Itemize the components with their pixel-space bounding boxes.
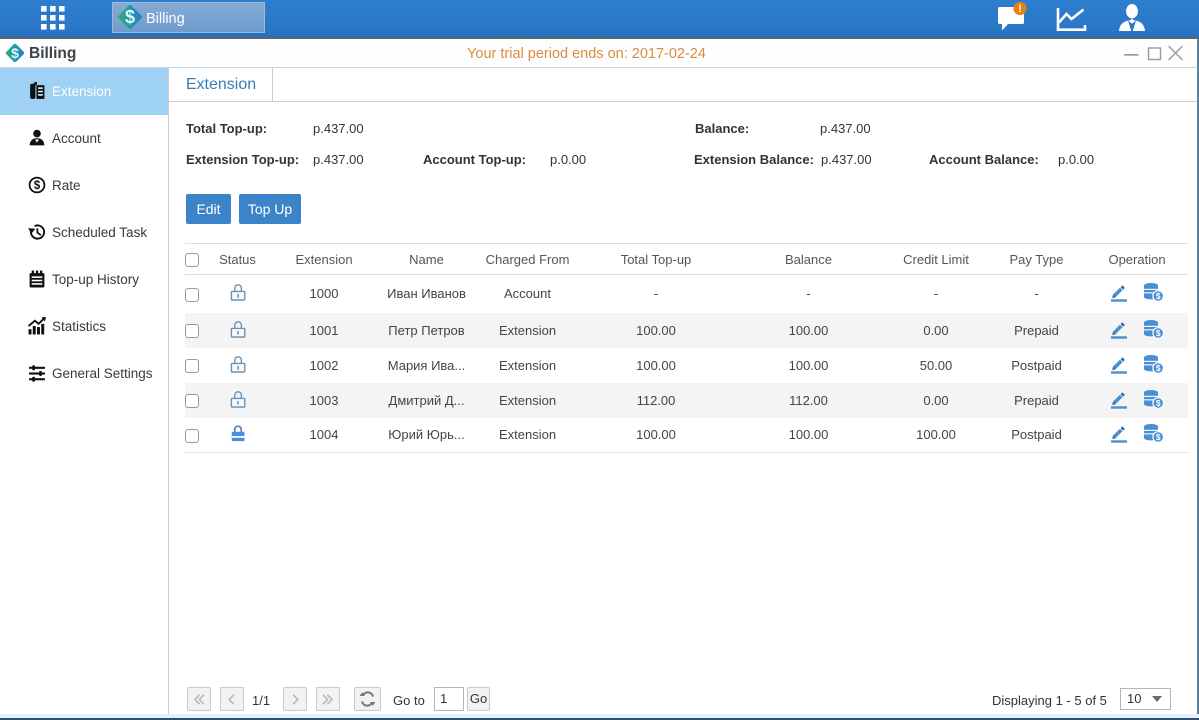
svg-text:!: ! <box>1018 3 1022 15</box>
svg-text:$: $ <box>1156 328 1161 338</box>
svg-text:$: $ <box>1156 363 1161 373</box>
svg-text:$: $ <box>1156 291 1161 301</box>
svg-text:$: $ <box>34 179 41 192</box>
svg-text:$: $ <box>1156 398 1161 408</box>
svg-text:$: $ <box>1156 432 1161 442</box>
